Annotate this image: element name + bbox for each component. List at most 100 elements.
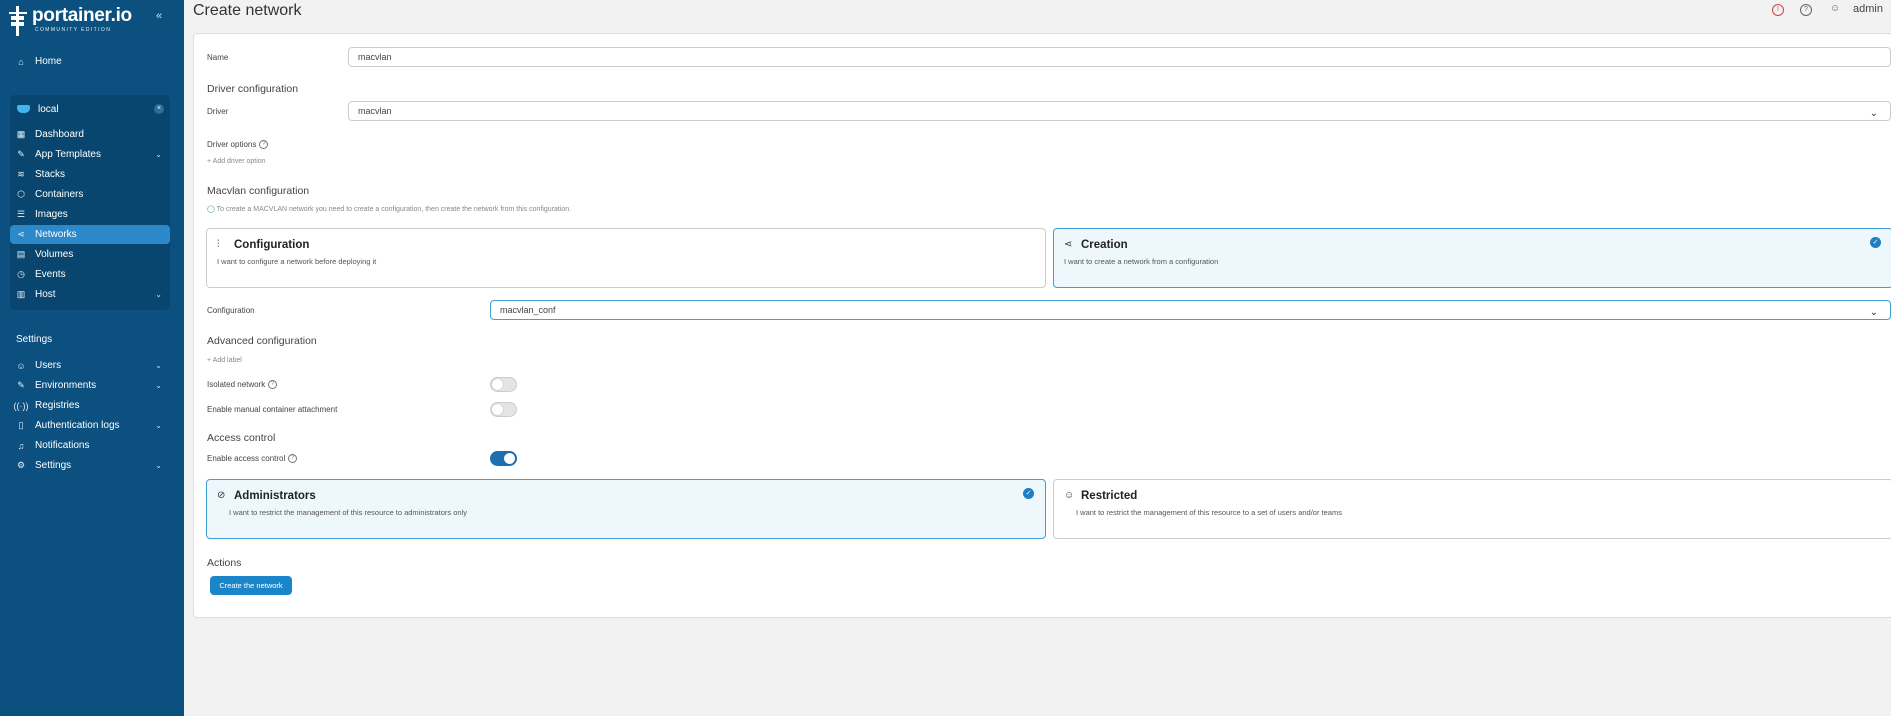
settings-heading: Settings xyxy=(16,334,53,345)
macvlan-heading: Macvlan configuration xyxy=(207,185,310,197)
sidebar-item-environments[interactable]: ✎ Environments ⌄ xyxy=(10,376,170,395)
driver-options-text: Driver options xyxy=(207,140,257,149)
sidebar-item-registries[interactable]: ((·)) Registries xyxy=(10,396,170,415)
environment-name: local xyxy=(38,103,59,115)
macvlan-info: ◯ To create a MACVLAN network you need t… xyxy=(207,205,571,213)
cube-icon: ⬡ xyxy=(17,189,25,199)
logo-subtitle: COMMUNITY EDITION xyxy=(35,27,112,33)
help-icon[interactable]: ? xyxy=(288,454,298,464)
share-icon: ⋖ xyxy=(1064,239,1073,250)
sidebar-item-host[interactable]: ▥ Host ⌄ xyxy=(10,285,170,304)
sidebar-item-notifications[interactable]: ♫ Notifications xyxy=(10,436,170,455)
macvlan-info-text: To create a MACVLAN network you need to … xyxy=(216,206,572,213)
configuration-select[interactable]: macvlan_conf ⌄ xyxy=(490,300,1891,320)
driver-config-heading: Driver configuration xyxy=(207,83,299,95)
actions-heading: Actions xyxy=(207,557,242,569)
driver-select-value: macvlan xyxy=(358,106,392,116)
dashboard-icon: ▦ xyxy=(16,129,26,139)
user-name[interactable]: admin xyxy=(1853,3,1883,15)
chevron-down-icon[interactable]: ⌄ xyxy=(155,290,162,299)
help-icon[interactable]: ? xyxy=(268,380,278,390)
portainer-logo-icon xyxy=(9,6,27,36)
environment-header[interactable]: local × xyxy=(10,99,170,119)
sidebar-item-containers[interactable]: ⬡ Containers xyxy=(10,185,170,204)
sidebar-item-label: Networks xyxy=(35,229,77,240)
sidebar-item-images[interactable]: ☰ Images xyxy=(10,205,170,224)
chevron-down-icon[interactable]: ⌄ xyxy=(155,361,162,370)
administrators-card[interactable]: ⊘ Administrators I want to restrict the … xyxy=(206,479,1046,539)
chevron-down-icon[interactable]: ⌄ xyxy=(155,381,162,390)
edit-icon: ✎ xyxy=(17,380,25,390)
clock-icon: ◷ xyxy=(17,269,25,279)
restricted-card-title: Restricted xyxy=(1081,490,1138,502)
page-title: Create network xyxy=(193,2,302,19)
restricted-card-desc: I want to restrict the management of thi… xyxy=(1076,508,1342,517)
list-icon: ☰ xyxy=(16,209,26,219)
sidebar-item-networks[interactable]: ⋖ Networks xyxy=(10,225,170,244)
add-driver-option-text: Add driver option xyxy=(212,158,266,165)
configuration-card[interactable]: ⫶ Configuration I want to configure a ne… xyxy=(206,228,1046,288)
restricted-card[interactable]: ☺ Restricted I want to restrict the mana… xyxy=(1053,479,1891,539)
chevron-down-icon[interactable]: ⌄ xyxy=(155,150,162,159)
add-label-link[interactable]: + Add label xyxy=(207,357,242,364)
chevron-down-icon[interactable]: ⌄ xyxy=(155,461,162,470)
sidebar-item-users[interactable]: ☺ Users ⌄ xyxy=(10,356,170,375)
sidebar: portainer.io COMMUNITY EDITION « ⌂ Home … xyxy=(0,0,184,716)
enable-access-label: Enable access control? xyxy=(207,454,298,464)
administrators-card-title: Administrators xyxy=(234,490,316,502)
sidebar-item-label: Dashboard xyxy=(35,129,84,140)
driver-label: Driver xyxy=(207,107,229,116)
isolated-network-toggle[interactable] xyxy=(490,377,517,392)
help-icon[interactable]: ? xyxy=(1800,4,1812,16)
stacks-icon: ≋ xyxy=(17,169,25,179)
access-control-toggle[interactable] xyxy=(490,451,517,466)
sidebar-item-label: Host xyxy=(35,289,56,300)
administrators-card-desc: I want to restrict the management of thi… xyxy=(229,508,468,517)
server-icon: ▥ xyxy=(16,289,26,299)
isolated-network-text: Isolated network xyxy=(207,380,266,389)
check-icon: ✓ xyxy=(1870,237,1881,248)
sidebar-item-label: Environments xyxy=(35,380,97,391)
radio-icon: ((·)) xyxy=(13,400,29,411)
add-label-text: Add label xyxy=(212,357,242,364)
sidebar-item-label: Users xyxy=(35,360,62,371)
sidebar-item-app-templates[interactable]: ✎ App Templates ⌄ xyxy=(10,145,170,164)
eye-off-icon: ⊘ xyxy=(217,490,226,501)
sidebar-item-dashboard[interactable]: ▦ Dashboard xyxy=(10,125,170,144)
sidebar-item-volumes[interactable]: ▤ Volumes xyxy=(10,245,170,264)
sidebar-item-events[interactable]: ◷ Events xyxy=(10,265,170,284)
close-environment-icon[interactable]: × xyxy=(154,104,164,114)
sidebar-item-settings[interactable]: ⚙ Settings ⌄ xyxy=(10,456,170,475)
portainer-logo[interactable]: portainer.io COMMUNITY EDITION xyxy=(9,6,132,40)
home-icon: ⌂ xyxy=(18,56,24,67)
chevron-down-icon: ⌄ xyxy=(1869,108,1878,119)
sidebar-item-label: Home xyxy=(35,56,62,67)
logo-title: portainer.io xyxy=(32,5,132,26)
notification-bell-icon[interactable]: ! xyxy=(1772,4,1784,16)
name-input[interactable]: macvlan xyxy=(348,47,1891,67)
info-icon: ◯ xyxy=(207,206,217,213)
user-icon[interactable]: ☺ xyxy=(1829,4,1841,16)
sidebar-item-label: Images xyxy=(35,209,68,220)
add-driver-option-link[interactable]: + Add driver option xyxy=(207,158,266,165)
chevron-down-icon: ⌄ xyxy=(1869,307,1878,318)
sidebar-item-label: Events xyxy=(35,269,66,280)
enable-access-text: Enable access control xyxy=(207,454,286,463)
create-network-button[interactable]: Create the network xyxy=(210,576,292,595)
sidebar-item-authentication-logs[interactable]: ▯ Authentication logs ⌄ xyxy=(10,416,170,435)
bell-icon: ♫ xyxy=(17,440,25,451)
driver-select[interactable]: macvlan ⌄ xyxy=(348,101,1891,121)
database-icon: ▤ xyxy=(16,249,26,259)
file-icon: ▯ xyxy=(18,420,24,430)
collapse-sidebar-icon[interactable]: « xyxy=(156,10,162,22)
manual-attachment-toggle[interactable] xyxy=(490,402,517,417)
access-control-heading: Access control xyxy=(207,432,276,444)
sidebar-item-stacks[interactable]: ≋ Stacks xyxy=(10,165,170,184)
configuration-select-value: macvlan_conf xyxy=(500,305,556,315)
chevron-down-icon[interactable]: ⌄ xyxy=(155,421,162,430)
creation-card[interactable]: ⋖ Creation I want to create a network fr… xyxy=(1053,228,1891,288)
sidebar-item-home[interactable]: ⌂ Home xyxy=(10,52,170,71)
sidebar-item-label: Settings xyxy=(35,460,72,471)
help-icon[interactable]: ? xyxy=(259,140,269,150)
creation-card-title: Creation xyxy=(1081,239,1128,251)
